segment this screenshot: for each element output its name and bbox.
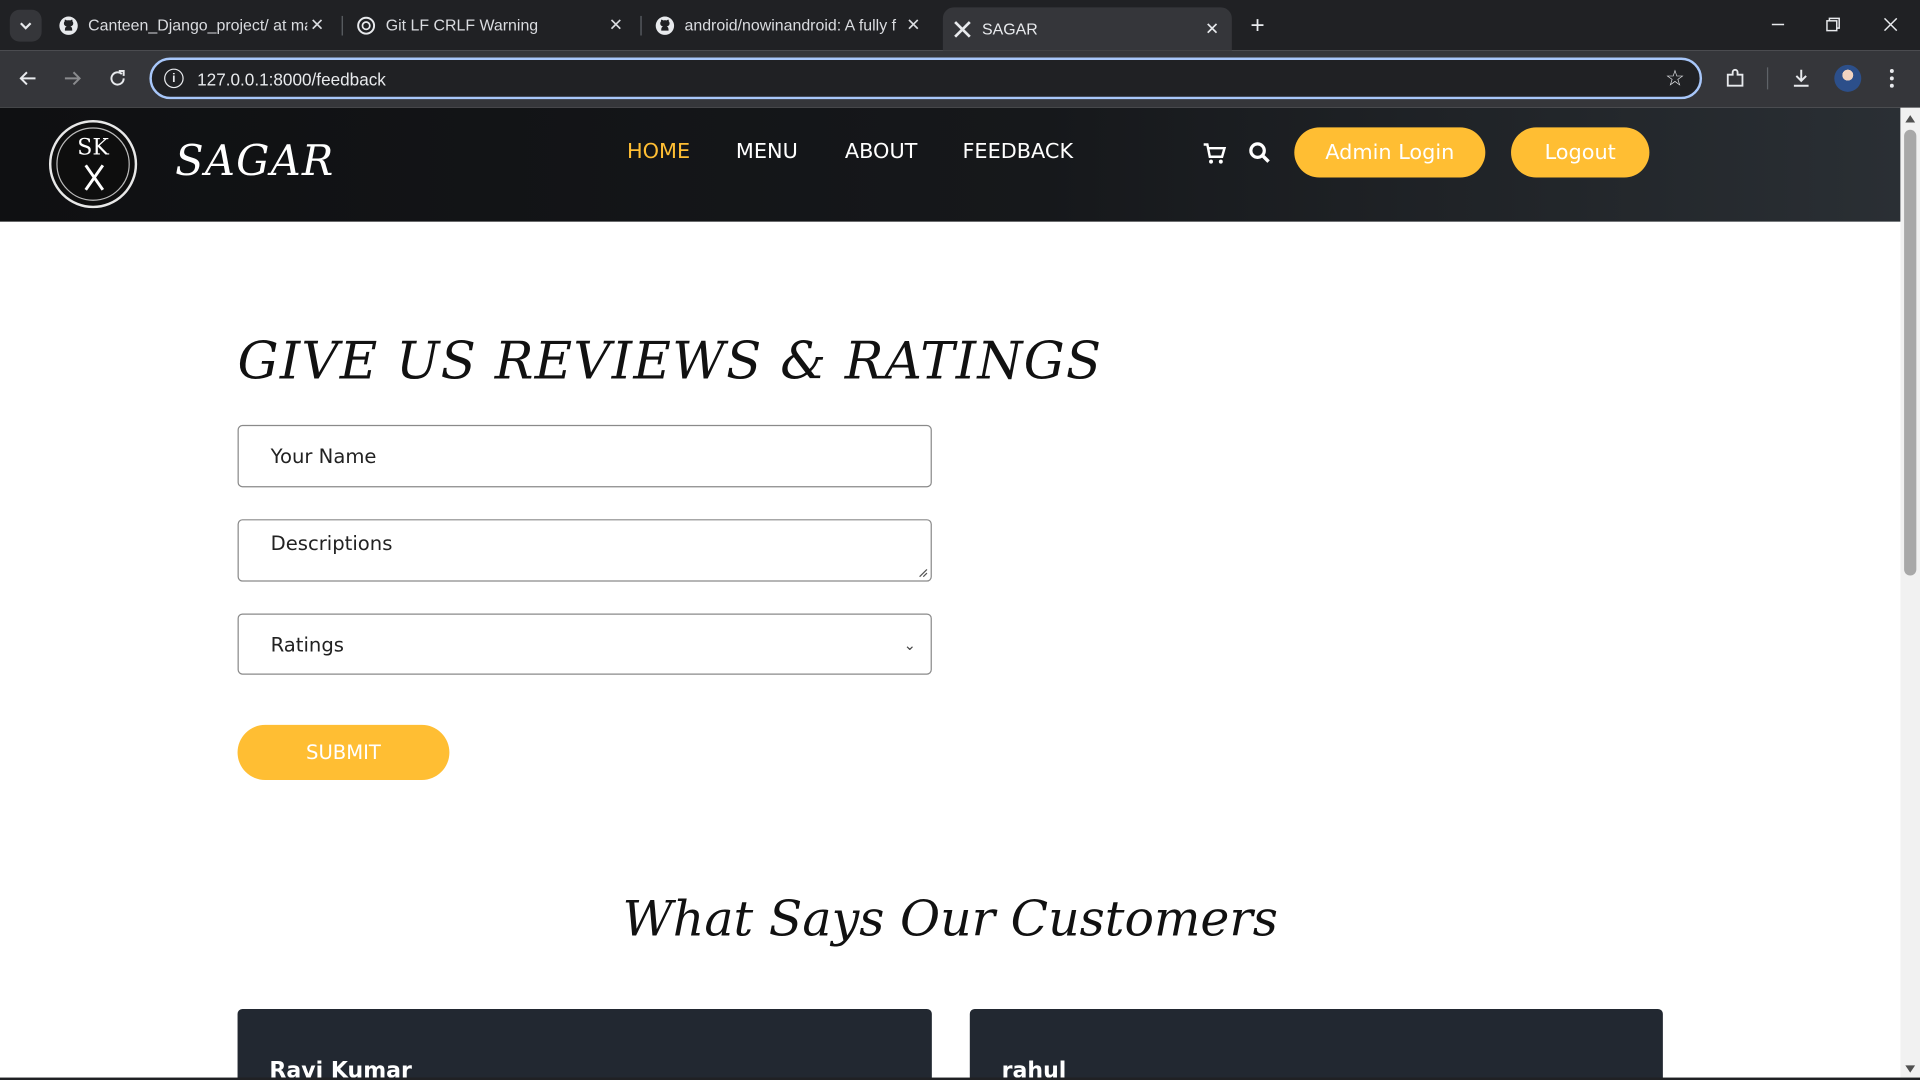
- browser-tab-strip: Canteen_Django_project/ at ma ✕ Git LF C…: [0, 0, 1920, 51]
- new-tab-button[interactable]: +: [1244, 12, 1271, 39]
- tab-title: android/nowinandroid: A fully f: [684, 15, 897, 35]
- plus-icon: +: [1250, 11, 1265, 39]
- nav-about[interactable]: ABOUT: [845, 140, 917, 164]
- cart-icon[interactable]: [1202, 141, 1227, 165]
- resize-handle-icon[interactable]: [918, 568, 928, 578]
- reload-icon: [110, 70, 125, 86]
- url-text: 127.0.0.1:8000/feedback: [197, 69, 386, 90]
- toolbar-separator: [1766, 67, 1769, 90]
- close-icon[interactable]: ✕: [307, 15, 327, 35]
- close-icon[interactable]: ✕: [904, 15, 924, 35]
- logout-button[interactable]: Logout: [1511, 127, 1650, 178]
- description-placeholder: Descriptions: [270, 531, 393, 555]
- site-header: SK SAGAR HOME MENU ABOUT FEEDBACK Admin …: [0, 107, 1901, 222]
- close-icon[interactable]: ✕: [1202, 18, 1222, 39]
- browser-toolbar: i 127.0.0.1:8000/feedback ☆: [0, 50, 1920, 108]
- submit-button[interactable]: SUBMIT: [237, 724, 450, 781]
- tab-title: Git LF CRLF Warning: [385, 15, 539, 35]
- openai-icon: [356, 15, 376, 35]
- testimonials-heading: What Says Our Customers: [622, 891, 1278, 948]
- tab-separator: [640, 15, 642, 36]
- profile-avatar[interactable]: [1834, 64, 1862, 92]
- close-window-button[interactable]: [1866, 7, 1915, 41]
- fork-knife-icon: [953, 19, 973, 39]
- github-icon: [655, 15, 675, 35]
- download-icon[interactable]: [1788, 65, 1815, 92]
- tab-separator: [341, 15, 343, 36]
- forward-button[interactable]: [56, 62, 88, 94]
- arrow-left-icon: [19, 71, 36, 86]
- chevron-down-icon: [20, 22, 32, 30]
- bookmark-star-icon[interactable]: ☆: [1665, 66, 1685, 92]
- tab-title: Canteen_Django_project/ at ma: [88, 15, 308, 35]
- site-info-icon[interactable]: i: [164, 68, 184, 89]
- tab-title: SAGAR: [982, 19, 1038, 38]
- ratings-selected-value: Ratings: [270, 633, 344, 657]
- fork-knife-icon: [84, 164, 105, 191]
- testimonial-card: rahul: [969, 1008, 1663, 1080]
- nav-menu[interactable]: MENU: [736, 140, 798, 164]
- github-icon: [59, 15, 79, 35]
- tab-search-button[interactable]: [9, 9, 42, 42]
- browser-tab[interactable]: Canteen_Django_project/ at ma ✕: [49, 7, 337, 43]
- close-icon[interactable]: ✕: [606, 15, 626, 35]
- description-textarea[interactable]: Descriptions: [237, 519, 932, 582]
- nav-home[interactable]: HOME: [627, 140, 690, 164]
- logo-text: SK: [77, 134, 109, 161]
- minimize-icon: [1771, 23, 1785, 26]
- viewport: Canteen_Django_project/ at ma ✕ Git LF C…: [0, 0, 1920, 1080]
- restore-button[interactable]: [1809, 7, 1858, 41]
- search-icon[interactable]: [1248, 141, 1272, 165]
- ratings-select[interactable]: Ratings ⌄: [237, 613, 932, 675]
- admin-login-button[interactable]: Admin Login: [1294, 127, 1486, 178]
- page-scrollbar[interactable]: [1900, 107, 1920, 1080]
- address-bar[interactable]: i 127.0.0.1:8000/feedback ☆: [149, 57, 1703, 100]
- extensions-icon[interactable]: [1722, 65, 1749, 92]
- close-icon: [1883, 17, 1898, 32]
- scroll-down-arrow-icon[interactable]: [1905, 1065, 1916, 1073]
- page-title: GIVE US REVIEWS & RATINGS: [237, 330, 1103, 391]
- brand-name[interactable]: SAGAR: [175, 137, 334, 186]
- name-input-placeholder: Your Name: [270, 444, 377, 468]
- nav-feedback[interactable]: FEEDBACK: [962, 140, 1073, 164]
- back-button[interactable]: [12, 62, 44, 94]
- name-input[interactable]: Your Name: [237, 424, 932, 488]
- arrow-right-icon: [64, 71, 81, 86]
- logo[interactable]: SK: [48, 120, 138, 209]
- browser-tab[interactable]: Git LF CRLF Warning ✕: [347, 7, 636, 43]
- browser-tab-active[interactable]: SAGAR ✕: [942, 7, 1232, 51]
- browser-tab[interactable]: android/nowinandroid: A fully f ✕: [645, 7, 933, 43]
- scrollbar-thumb[interactable]: [1904, 129, 1917, 576]
- scroll-up-arrow-icon[interactable]: [1905, 115, 1916, 123]
- minimize-button[interactable]: [1753, 7, 1802, 41]
- testimonial-card: Ravi Kumar: [237, 1008, 932, 1080]
- chevron-down-icon: ⌄: [903, 636, 916, 654]
- more-menu-icon[interactable]: [1878, 65, 1905, 92]
- reload-button[interactable]: [102, 62, 134, 94]
- restore-icon: [1826, 17, 1840, 32]
